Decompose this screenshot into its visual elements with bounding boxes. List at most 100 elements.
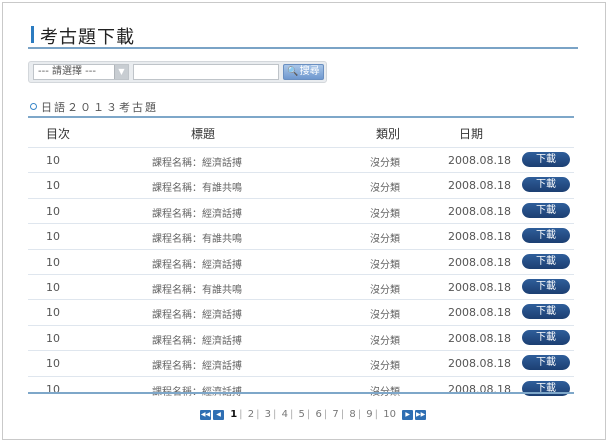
row-date: 2008.08.18 (448, 280, 511, 294)
page-title: 考古題下載 (40, 27, 135, 48)
page-link-4[interactable]: 4 (282, 409, 288, 420)
row-title: 課程名稱：有誰共鳴 (152, 183, 242, 195)
page-link-6[interactable]: 6 (315, 409, 321, 420)
table-header: 目次 標題 類別 日期 (28, 118, 574, 146)
row-category: 沒分類 (370, 234, 400, 246)
table-row: 10 課程名稱：經濟話搏 沒分類 2008.08.18 下載 (28, 299, 574, 324)
page-separator: | (340, 409, 345, 420)
search-button-label: 搜尋 (299, 66, 320, 77)
row-title: 課程名稱：經濟話搏 (152, 259, 242, 271)
row-category: 沒分類 (370, 284, 400, 296)
row-date: 2008.08.18 (448, 230, 511, 244)
row-num: 10 (46, 331, 60, 345)
download-button[interactable]: 下載 (522, 304, 570, 320)
page-separator: | (239, 409, 243, 420)
row-num: 10 (46, 179, 60, 193)
page-separator: | (256, 409, 260, 420)
page-separator: | (289, 409, 294, 420)
row-title: 課程名稱：經濟話搏 (152, 383, 242, 398)
first-page-icon[interactable]: ◀◀ (200, 409, 211, 420)
row-num: 10 (46, 204, 60, 218)
row-num: 10 (46, 230, 60, 244)
download-button[interactable]: 下載 (522, 355, 570, 371)
download-button[interactable]: 下載 (522, 152, 570, 167)
row-date: 2008.08.18 (448, 204, 511, 218)
row-date: 2008.08.18 (448, 179, 511, 193)
table-body: 10 課程名稱：經濟話搏 沒分類 2008.08.18 下載 10 課程名稱：有… (28, 147, 574, 401)
row-category: 沒分類 (370, 183, 400, 195)
row-date: 2008.08.18 (448, 306, 511, 320)
category-select-value: --- 請選擇 --- (38, 66, 97, 77)
page-separator: | (374, 409, 379, 420)
row-date: 2008.08.18 (448, 357, 511, 371)
search-bar: --- 請選擇 --- ▼ 🔍搜尋 (28, 61, 327, 83)
title-accent-bar (31, 26, 34, 43)
last-page-icon[interactable]: ▶▶ (415, 409, 427, 420)
row-num: 10 (46, 357, 60, 371)
section-heading: 日語２０１３考古題 (30, 99, 158, 115)
table-row: 10 課程名稱：經濟話搏 沒分類 2008.08.18 下載 (28, 147, 574, 172)
page-separator: | (357, 409, 362, 420)
page-link-7[interactable]: 7 (332, 409, 338, 420)
row-num: 10 (46, 306, 60, 320)
title-divider (28, 47, 578, 49)
table-row: 10 課程名稱：有誰共鳴 沒分類 2008.08.18 下載 (28, 273, 574, 299)
header-num: 目次 (46, 127, 71, 141)
download-button[interactable]: 下載 (522, 202, 570, 218)
section-subtitle: 日語２０１３考古題 (41, 101, 158, 114)
row-title: 課程名稱：經濟話搏 (152, 158, 242, 169)
row-num: 10 (46, 280, 60, 294)
page-link-8[interactable]: 8 (349, 409, 355, 420)
download-button[interactable]: 下載 (522, 177, 570, 193)
search-input[interactable] (133, 64, 279, 80)
row-date: 2008.08.18 (448, 154, 511, 167)
table-bottom-border (28, 392, 574, 394)
row-title: 課程名稱：有誰共鳴 (152, 284, 242, 296)
page-separator: | (273, 409, 277, 420)
table-row: 10 課程名稱：經濟話搏 沒分類 2008.08.18 下載 (28, 197, 574, 223)
row-title: 課程名稱：經濟話搏 (152, 310, 242, 322)
row-category: 沒分類 (370, 361, 400, 373)
row-title: 課程名稱：有誰共鳴 (152, 234, 242, 246)
row-category: 沒分類 (370, 259, 400, 271)
page-link-3[interactable]: 3 (265, 409, 271, 420)
row-num: 10 (46, 255, 60, 269)
category-select[interactable]: --- 請選擇 --- ▼ (33, 64, 129, 80)
page-separator: | (306, 409, 311, 420)
prev-page-icon[interactable]: ◀ (213, 409, 224, 420)
search-button[interactable]: 🔍搜尋 (283, 64, 324, 80)
row-category: 沒分類 (370, 208, 400, 220)
chevron-down-icon[interactable]: ▼ (114, 65, 128, 79)
download-button[interactable]: 下載 (522, 329, 570, 345)
row-date: 2008.08.18 (448, 255, 511, 269)
download-button[interactable]: 下載 (522, 253, 570, 269)
page-link-5[interactable]: 5 (299, 409, 305, 420)
table-row: 10 課程名稱：有誰共鳴 沒分類 2008.08.18 下載 (28, 223, 574, 248)
download-button[interactable]: 下載 (522, 228, 570, 244)
search-icon: 🔍 (287, 67, 299, 77)
page-link-9[interactable]: 9 (366, 409, 372, 420)
row-title: 課程名稱：經濟話搏 (152, 208, 242, 220)
header-category: 類別 (376, 127, 401, 141)
page-link-2[interactable]: 2 (248, 409, 254, 420)
download-button[interactable]: 下載 (522, 278, 570, 294)
row-category: 沒分類 (370, 383, 400, 398)
row-category: 沒分類 (370, 158, 400, 169)
page-link-10[interactable]: 10 (383, 409, 396, 420)
pagination: ◀◀ ◀ 1 | 2 | 3 | 4 | 5 | 6 | 7 | 8 | 9 | 10 ▶ ▶▶ (199, 409, 427, 421)
row-title: 課程名稱：經濟話搏 (152, 335, 242, 347)
table-row: 10 課程名稱：有誰共鳴 沒分類 2008.08.18 下載 (28, 172, 574, 197)
table-row: 10 課程名稱：經濟話搏 沒分類 2008.08.18 下載 (28, 324, 574, 350)
next-page-icon[interactable]: ▶ (402, 409, 414, 420)
row-num: 10 (46, 154, 60, 167)
row-date: 2008.08.18 (448, 331, 511, 345)
row-category: 沒分類 (370, 310, 400, 322)
table-row: 10 課程名稱：經濟話搏 沒分類 2008.08.18 下載 (28, 375, 574, 401)
table-row: 10 課程名稱：經濟話搏 沒分類 2008.08.18 下載 (28, 248, 574, 274)
row-title: 課程名稱：經濟話搏 (152, 361, 242, 373)
page-link-1[interactable]: 1 (230, 409, 237, 420)
header-date: 日期 (459, 127, 484, 141)
table-row: 10 課程名稱：經濟話搏 沒分類 2008.08.18 下載 (28, 350, 574, 375)
page-separator: | (323, 409, 328, 420)
bullet-circle-icon (30, 103, 37, 110)
